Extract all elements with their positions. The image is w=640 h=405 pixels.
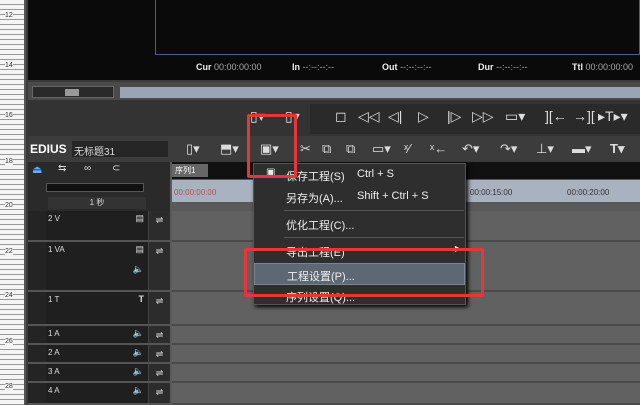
fast-forward-icon[interactable]: ▷▷ — [472, 108, 494, 125]
track-patch-icon[interactable]: ⇌ — [148, 383, 170, 403]
ruler-time: 00:00:20:00 — [567, 188, 610, 197]
track-name: 1 VA — [48, 245, 65, 254]
play-icon[interactable]: ▷ — [418, 108, 429, 125]
menu-item-save-as[interactable]: 另存为(A)... Shift + Ctrl + S — [254, 186, 465, 208]
open-project-icon[interactable]: ⬒▾ — [220, 141, 239, 157]
undo-icon[interactable]: ↶▾ — [462, 141, 479, 157]
speaker-icon: 🔈 — [132, 264, 144, 274]
step-forward-icon[interactable]: |▷ — [447, 108, 461, 125]
track-row: 2 V ▤ ⇌ — [28, 211, 170, 242]
video-icon: ▤ — [135, 244, 144, 254]
snap-icon[interactable]: ⊂ — [112, 163, 120, 174]
track-patch-icon[interactable]: ⇌ — [148, 326, 170, 343]
new-project-icon[interactable]: ▯▾ — [186, 141, 200, 157]
speaker-icon: 🔈 — [132, 366, 144, 376]
track-lane[interactable] — [172, 383, 640, 405]
video-icon: ▤ — [135, 213, 144, 223]
title-track-icon: T — [138, 294, 145, 304]
storyboard-icon[interactable]: ▬▾ — [572, 141, 592, 157]
ruler-label: 26 — [5, 338, 13, 345]
track-patch-icon[interactable]: ⇌ — [148, 345, 170, 362]
copy-icon[interactable]: ⧉ — [322, 141, 331, 157]
track-name: 3 A — [48, 367, 60, 376]
track-row: 1 VA ▤ 🔈 ⇌ — [28, 242, 170, 292]
track-patch-icon[interactable]: ⇌ — [148, 292, 170, 324]
track-patch-icon[interactable]: ⇌ — [148, 242, 170, 290]
track-lane[interactable] — [172, 345, 640, 364]
speaker-icon: 🔈 — [132, 328, 144, 338]
vertical-ruler — [0, 0, 26, 405]
track-row: 2 A 🔈 ⇌ — [28, 345, 170, 364]
ruler-time: 00:00:00:00 — [174, 188, 217, 197]
ruler-label: 24 — [5, 292, 13, 299]
track-name: 1 T — [48, 295, 60, 304]
ruler-time: 00:00:15:00 — [470, 188, 513, 197]
track-lane[interactable] — [172, 364, 640, 383]
loop-icon[interactable]: ▭▾ — [505, 108, 525, 125]
insert-icon[interactable]: ▸T▸▾ — [598, 108, 628, 125]
preview-frame — [155, 0, 640, 55]
ruler-label: 22 — [5, 248, 13, 255]
timeline-scale[interactable]: 1 秒 — [48, 197, 146, 209]
sync-icon[interactable]: ⇆ — [58, 163, 66, 174]
project-name: 无标题31 — [72, 141, 168, 158]
rewind-icon[interactable]: ◁◁ — [358, 108, 380, 125]
mode-icon[interactable]: ⏏ — [32, 163, 42, 176]
track-patch-icon[interactable]: ⇌ — [148, 364, 170, 381]
ruler-label: 12 — [5, 12, 13, 19]
link-icon[interactable]: ∞ — [84, 163, 91, 174]
track-row: 1 T T ⇌ — [28, 292, 170, 326]
ruler-label: 20 — [5, 202, 13, 209]
marker-icon[interactable]: ⊥▾ — [536, 141, 554, 157]
clip-icon[interactable]: ▭▾ — [372, 141, 391, 157]
tab-sequence-1[interactable]: 序列1 — [172, 164, 208, 177]
track-lane[interactable] — [172, 326, 640, 345]
set-out-icon[interactable]: →][ — [573, 108, 595, 124]
track-row: 4 A 🔈 ⇌ — [28, 383, 170, 405]
ruler-label: 28 — [5, 383, 13, 390]
speaker-icon: 🔈 — [132, 347, 144, 357]
redo-icon[interactable]: ↷▾ — [500, 141, 517, 157]
timecode-ttl: Ttl 00:00:00:00 — [572, 62, 634, 72]
stop-icon[interactable]: ◻ — [335, 108, 347, 125]
set-in-icon[interactable]: ][← — [545, 108, 567, 124]
menu-separator — [284, 210, 464, 211]
track-patch-icon[interactable]: ⇌ — [148, 211, 170, 240]
highlight-save-button — [247, 114, 297, 178]
timecode-dur: Dur --:--:--:-- — [478, 62, 528, 72]
title-icon[interactable]: T▾ — [610, 141, 624, 157]
ruler-label: 16 — [5, 112, 13, 119]
ruler-label: 18 — [5, 158, 13, 165]
speaker-icon: 🔈 — [132, 385, 144, 395]
highlight-project-settings — [244, 248, 484, 297]
timecode-out: Out --:--:--:-- — [382, 62, 432, 72]
track-name: 4 A — [48, 386, 60, 395]
track-row: 1 A 🔈 ⇌ — [28, 326, 170, 345]
step-back-icon[interactable]: ◁| — [388, 108, 402, 125]
position-slider[interactable] — [120, 87, 640, 98]
paste-icon[interactable]: ⧉ — [346, 141, 355, 157]
timecode-cur: Cur 00:00:00:00 — [196, 62, 262, 72]
track-name: 1 A — [48, 329, 60, 338]
track-row: 3 A 🔈 ⇌ — [28, 364, 170, 383]
menu-item-consolidate-project[interactable]: 优化工程(C)... — [254, 213, 465, 235]
ripple-delete-icon[interactable]: ˣ← — [430, 141, 447, 156]
ruler-label: 14 — [5, 62, 13, 69]
shuttle-slider[interactable] — [32, 86, 114, 98]
delete-icon[interactable]: ˣ⁄ — [404, 141, 410, 156]
cut-icon[interactable]: ✂ — [300, 141, 311, 157]
app-brand: EDIUS — [30, 142, 67, 156]
menu-separator — [284, 237, 464, 238]
timecode-in: In --:--:--:-- — [292, 62, 334, 72]
track-name: 2 V — [48, 214, 61, 223]
track-name: 2 A — [48, 348, 60, 357]
zoom-slider[interactable] — [46, 183, 144, 192]
